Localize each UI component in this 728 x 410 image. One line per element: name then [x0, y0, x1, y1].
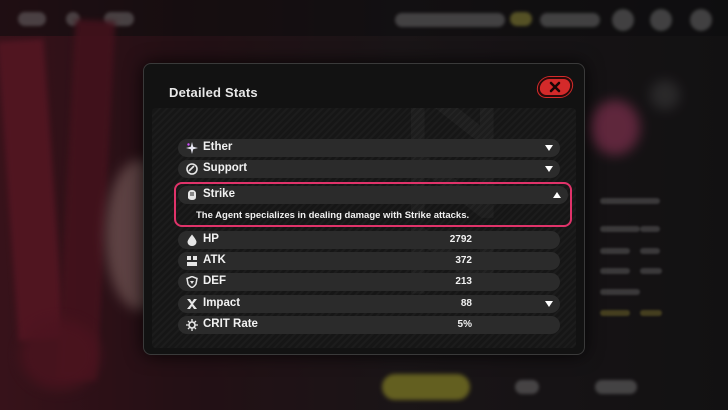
stat-label: DEF — [203, 275, 226, 287]
stat-row-crit-rate: CRIT Rate 5% — [178, 316, 560, 334]
stat-label: Support — [203, 162, 248, 174]
stat-row-impact[interactable]: Impact 88 — [178, 295, 560, 313]
stat-value: 213 — [455, 276, 472, 287]
stat-label: Strike — [203, 188, 235, 200]
stat-row-hp: HP 2792 — [178, 231, 560, 249]
stat-value: 2792 — [449, 234, 472, 245]
hp-icon — [186, 234, 198, 246]
crit-rate-icon — [186, 319, 198, 331]
def-icon — [186, 276, 198, 288]
chevron-down-icon[interactable] — [544, 298, 554, 310]
stat-row-strike-expanded[interactable]: Strike The Agent specializes in dealing … — [174, 182, 572, 227]
stat-label: ATK — [203, 254, 226, 266]
stat-row-ether[interactable]: Ether — [178, 139, 560, 157]
stat-label: Ether — [203, 141, 233, 153]
chevron-down-icon[interactable] — [544, 163, 554, 175]
chevron-down-icon[interactable] — [544, 142, 554, 154]
stat-value: 372 — [455, 255, 472, 266]
strike-icon — [186, 189, 198, 201]
stats-list[interactable]: ZZZ Ether Support — [152, 108, 576, 348]
modal-title: Detailed Stats — [169, 85, 258, 100]
stat-row-def: DEF 213 — [178, 273, 560, 291]
modal-header: Detailed Stats — [144, 64, 584, 108]
chevron-up-icon[interactable] — [552, 189, 562, 201]
close-button[interactable] — [536, 77, 574, 97]
stat-label: HP — [203, 233, 219, 245]
stat-value: 88 — [460, 298, 472, 309]
close-icon — [549, 81, 561, 93]
ether-icon — [186, 142, 198, 154]
stat-row-support[interactable]: Support — [178, 160, 560, 178]
stat-row-atk: ATK 372 — [178, 252, 560, 270]
stat-row-strike[interactable]: Strike — [178, 186, 568, 204]
stat-label: Impact — [203, 297, 241, 309]
support-icon — [186, 163, 198, 175]
stat-description: The Agent specializes in dealing damage … — [196, 210, 470, 221]
stat-value: 5% — [457, 319, 472, 330]
impact-icon — [186, 298, 198, 310]
stat-label: CRIT Rate — [203, 318, 258, 330]
detailed-stats-modal: Detailed Stats ZZZ Ether — [143, 63, 585, 355]
atk-icon — [186, 255, 198, 267]
